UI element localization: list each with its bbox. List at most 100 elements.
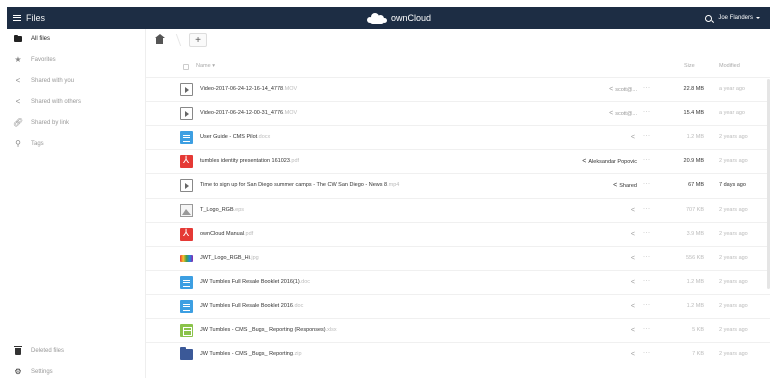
file-size: 5 KB	[692, 327, 704, 333]
table-row[interactable]: Time to sign up for San Diego summer cam…	[146, 173, 770, 197]
file-name[interactable]: JW Tumbles Full Resale Booklet 2016.doc	[200, 303, 303, 309]
sidebar-item-label: Favorites	[31, 57, 56, 63]
user-menu[interactable]: Joe Flanders	[718, 15, 760, 21]
table-row[interactable]: JW Tumbles - CMS _Bugs_ Reporting.zip < ··…	[146, 342, 770, 366]
share-icon: <	[630, 327, 635, 334]
new-file-button[interactable]: +	[189, 33, 207, 47]
share-button[interactable]: < Shared	[613, 182, 637, 189]
file-name-text: T_Logo_RGB	[200, 206, 234, 213]
share-button[interactable]: <	[631, 134, 637, 141]
sort-by-size[interactable]: Size	[684, 63, 695, 69]
sidebar-item-tags[interactable]: ⚲ Tags	[7, 134, 146, 154]
sidebar-item-shared-by-link[interactable]: 🔗︎ Shared by link	[7, 113, 146, 133]
more-actions-icon[interactable]: ···	[643, 230, 651, 236]
share-button[interactable]: <	[631, 255, 637, 262]
share-button[interactable]: <	[631, 327, 637, 334]
file-size: 7 KB	[692, 351, 704, 358]
more-actions-icon[interactable]: ···	[643, 278, 651, 284]
file-name[interactable]: ownCloud Manual.pdf	[200, 231, 253, 237]
share-icon: <	[630, 254, 635, 262]
share-button[interactable]: < Aleksandar Popovic	[582, 158, 637, 165]
share-icon: <	[630, 134, 635, 142]
file-name[interactable]: Video-2017-06-24-12-16-14_4778.MOV	[200, 86, 297, 92]
file-extension: .docx	[257, 134, 271, 141]
table-row[interactable]: JWT_Logo_RGB_Hi.jpg < ··· 556 KB 2 years ago	[146, 245, 770, 270]
sort-by-modified[interactable]: Modified	[719, 63, 740, 69]
file-name[interactable]: JW Tumbles - CMS _Bugs_ Reporting.zip	[200, 351, 302, 357]
search-icon[interactable]	[705, 14, 713, 22]
image-file-icon	[180, 203, 193, 217]
folder-icon	[14, 34, 22, 43]
file-name[interactable]: Time to sign up for San Diego summer cam…	[200, 182, 399, 188]
more-actions-icon[interactable]: ···	[643, 350, 651, 356]
more-actions-icon[interactable]: ···	[643, 206, 651, 212]
more-actions-icon[interactable]: ···	[643, 85, 651, 91]
more-actions-icon[interactable]: ···	[643, 254, 651, 260]
share-button[interactable]: <	[631, 207, 637, 214]
file-name[interactable]: JW Tumbles Full Resale Booklet 2016(1).d…	[200, 279, 310, 285]
table-row[interactable]: Video-2017-06-24-12-16-14_4778.MOV < scott…	[146, 77, 770, 101]
sidebar-item-favorites[interactable]: ★ Favorites	[7, 50, 146, 70]
home-icon[interactable]	[154, 34, 165, 44]
table-row[interactable]: Video-2017-06-24-12-00-31_4776.MOV < scott…	[146, 101, 770, 125]
file-extension: .pdf	[244, 230, 254, 237]
sidebar-item-label: Settings	[31, 369, 53, 375]
owncloud-logo[interactable]: ownCloud	[366, 10, 431, 26]
file-size: 15.4 MB	[683, 110, 704, 117]
more-actions-icon[interactable]: ···	[643, 326, 651, 332]
share-icon: <	[613, 182, 618, 190]
share-icon: <	[15, 76, 21, 85]
app-menu-button[interactable]: Files	[13, 12, 45, 24]
sidebar-item-settings[interactable]: ⚙ Settings	[7, 362, 146, 378]
share-button[interactable]: <	[631, 231, 637, 238]
sidebar-item-label: All files	[31, 36, 51, 42]
sort-by-name[interactable]: Name ▾	[196, 63, 215, 69]
share-icon: <	[630, 206, 635, 214]
spreadsheet-file-icon	[180, 324, 193, 337]
file-name-text: tumbles identity presentation 161023	[200, 158, 290, 165]
file-modified: 2 years ago	[719, 230, 748, 237]
more-actions-icon[interactable]: ···	[643, 181, 651, 187]
share-button[interactable]: < scott@...	[609, 110, 637, 117]
table-row[interactable]: JW Tumbles - CMS _Bugs_ Reporting (Respo…	[146, 318, 770, 342]
table-row[interactable]: T_Logo_RGB.eps < ··· 707 KB 2 years ago	[146, 197, 770, 222]
name-header: Name	[196, 63, 211, 69]
file-name[interactable]: JWT_Logo_RGB_Hi.jpg	[200, 255, 259, 261]
file-name[interactable]: User Guide - CMS Pilot.docx	[200, 134, 270, 140]
more-actions-icon[interactable]: ···	[643, 157, 651, 163]
file-name-text: User Guide - CMS Pilot	[200, 134, 258, 141]
video-file-icon	[180, 179, 193, 193]
share-icon: <	[630, 230, 635, 238]
sidebar-item-all-files[interactable]: All files	[7, 29, 146, 49]
file-size: 1.2 MB	[686, 302, 704, 309]
share-label: scott@...	[615, 86, 637, 93]
file-extension: .MOV	[283, 86, 298, 92]
file-name[interactable]: T_Logo_RGB.eps	[200, 207, 244, 213]
table-row[interactable]: ownCloud Manual.pdf < ··· 3.9 MB 2 years ago	[146, 221, 770, 246]
share-button[interactable]: <	[631, 303, 637, 310]
file-name[interactable]: JW Tumbles - CMS _Bugs_ Reporting (Respo…	[200, 327, 337, 333]
file-size: 20.9 MB	[683, 158, 704, 165]
file-name[interactable]: Video-2017-06-24-12-00-31_4776.MOV	[200, 110, 297, 116]
table-row[interactable]: User Guide - CMS Pilot.docx < ··· 1.2 MB 2 y…	[146, 125, 770, 149]
share-button[interactable]: <	[631, 279, 637, 286]
share-label: Shared	[619, 182, 637, 189]
table-row[interactable]: JW Tumbles Full Resale Booklet 2016.doc <…	[146, 293, 770, 318]
file-name[interactable]: tumbles identity presentation 161023.pdf	[200, 158, 299, 164]
share-button[interactable]: <	[631, 351, 637, 358]
more-actions-icon[interactable]: ···	[643, 109, 651, 115]
table-row[interactable]: tumbles identity presentation 161023.pdf…	[146, 149, 770, 173]
table-row[interactable]: JW Tumbles Full Resale Booklet 2016(1).d…	[146, 269, 770, 294]
sidebar-item-label: Shared by link	[31, 120, 70, 126]
sidebar-item-shared-with-others[interactable]: < Shared with others	[7, 92, 146, 112]
select-all-checkbox[interactable]	[183, 64, 189, 70]
sidebar-item-shared-with-you[interactable]: < Shared with you	[7, 71, 146, 91]
sidebar-item-deleted-files[interactable]: Deleted files	[7, 341, 146, 361]
file-extension: .mp4	[387, 182, 400, 189]
share-icon: <	[582, 158, 587, 166]
more-actions-icon[interactable]: ···	[643, 133, 651, 139]
more-actions-icon[interactable]: ···	[643, 302, 651, 308]
share-icon: <	[630, 278, 635, 286]
file-size: 22.8 MB	[683, 86, 704, 92]
share-button[interactable]: < scott@...	[609, 86, 637, 93]
